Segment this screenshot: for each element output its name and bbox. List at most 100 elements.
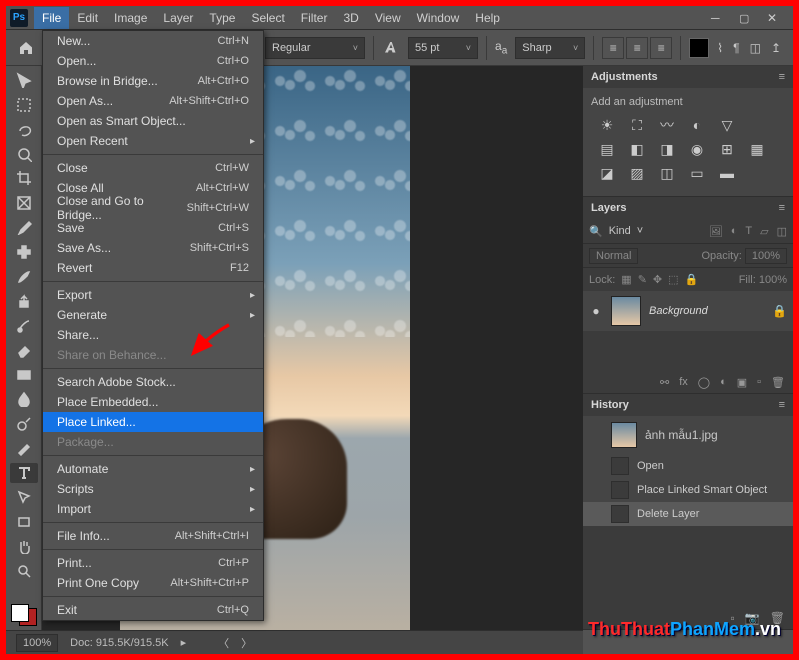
file-menu-item[interactable]: Scripts (43, 479, 263, 499)
file-menu-item[interactable]: Print...Ctrl+P (43, 553, 263, 573)
invert-icon[interactable]: ◪ (597, 164, 617, 182)
opacity-field[interactable]: 100% (745, 248, 787, 264)
color-balance-icon[interactable]: ◧ (627, 140, 647, 158)
3d-text-icon[interactable]: ◫ (750, 41, 761, 55)
file-menu-item[interactable]: Print One CopyAlt+Shift+Ctrl+P (43, 573, 263, 593)
new-layer-icon[interactable]: ▫ (757, 376, 761, 388)
window-close-icon[interactable] (767, 11, 781, 25)
home-button[interactable] (12, 34, 40, 62)
file-menu-item[interactable]: Export (43, 285, 263, 305)
menu-view[interactable]: View (367, 7, 409, 29)
align-right-button[interactable]: ≡ (650, 37, 672, 59)
layer-mask-icon[interactable]: ◯ (698, 376, 710, 389)
menu-filter[interactable]: Filter (293, 7, 336, 29)
menu-layer[interactable]: Layer (155, 7, 201, 29)
file-menu-item[interactable]: Search Adobe Stock... (43, 372, 263, 392)
selective-color-icon[interactable]: ▬ (717, 164, 737, 182)
menu-edit[interactable]: Edit (69, 7, 106, 29)
filter-pixel-icon[interactable]: 🖼 (709, 225, 723, 238)
lock-position-icon[interactable]: ✥ (653, 273, 662, 286)
blend-mode-dropdown[interactable]: Normal (589, 248, 638, 264)
file-menu-item[interactable]: Open Recent (43, 131, 263, 151)
menu-select[interactable]: Select (243, 7, 292, 29)
path-select-tool[interactable] (10, 487, 38, 508)
history-step[interactable]: Delete Layer (583, 502, 793, 526)
file-menu-item[interactable]: ExitCtrl+Q (43, 600, 263, 620)
lock-artboard-icon[interactable]: ⬚ (668, 273, 678, 286)
zoom-tool[interactable] (10, 561, 38, 582)
file-menu-item[interactable]: SaveCtrl+S (43, 218, 263, 238)
menu-image[interactable]: Image (106, 7, 155, 29)
file-menu-item[interactable]: Open...Ctrl+O (43, 51, 263, 71)
character-panel-icon[interactable]: ¶ (733, 41, 739, 55)
link-layers-icon[interactable]: ⚯ (660, 376, 669, 389)
file-menu-item[interactable]: Close and Go to Bridge...Shift+Ctrl+W (43, 198, 263, 218)
clone-tool[interactable] (10, 291, 38, 312)
layer-name[interactable]: Background (649, 305, 708, 317)
group-icon[interactable]: ▣ (737, 376, 747, 389)
adjustment-layer-icon[interactable]: ◐ (720, 376, 727, 388)
file-menu-item[interactable]: Open as Smart Object... (43, 111, 263, 131)
menu-type[interactable]: Type (201, 7, 243, 29)
color-swatches[interactable] (11, 604, 37, 626)
dodge-tool[interactable] (10, 413, 38, 434)
align-left-button[interactable]: ≡ (602, 37, 624, 59)
font-style-dropdown[interactable]: Regular (265, 37, 365, 59)
file-menu-item[interactable]: Share... (43, 325, 263, 345)
zoom-field[interactable]: 100% (16, 634, 58, 652)
blur-tool[interactable] (10, 389, 38, 410)
color-lookup-icon[interactable]: ▦ (747, 140, 767, 158)
fill-field[interactable]: 100% (759, 274, 787, 286)
pen-tool[interactable] (10, 438, 38, 459)
history-snapshot[interactable]: ảnh mẫu1.jpg (583, 416, 793, 454)
menu-help[interactable]: Help (467, 7, 508, 29)
history-step[interactable]: Open (583, 454, 793, 478)
vibrance-icon[interactable]: ▽ (717, 116, 737, 134)
lock-pixels-icon[interactable]: ✎ (638, 273, 647, 286)
quick-select-tool[interactable] (10, 144, 38, 165)
file-menu-item[interactable]: New...Ctrl+N (43, 31, 263, 51)
menu-3d[interactable]: 3D (335, 7, 366, 29)
layer-thumbnail[interactable] (611, 296, 641, 326)
file-menu-item[interactable]: Save As...Shift+Ctrl+S (43, 238, 263, 258)
gradient-map-icon[interactable]: ▭ (687, 164, 707, 182)
lasso-tool[interactable] (10, 119, 38, 140)
lock-all-icon[interactable]: 🔒 (685, 273, 699, 286)
filter-shape-icon[interactable]: ▱ (760, 225, 768, 238)
type-tool[interactable] (10, 463, 38, 484)
file-menu-item[interactable]: Import (43, 499, 263, 519)
exposure-icon[interactable]: ◐ (687, 116, 707, 134)
file-menu-item[interactable]: Automate (43, 459, 263, 479)
layer-row[interactable]: ● Background 🔒 (583, 291, 793, 331)
window-maximize-icon[interactable] (739, 11, 753, 25)
gradient-tool[interactable] (10, 364, 38, 385)
channel-mixer-icon[interactable]: ⊞ (717, 140, 737, 158)
panel-menu-icon[interactable]: ≡ (779, 399, 785, 411)
filter-adj-icon[interactable]: ◐ (731, 225, 738, 238)
file-menu-item[interactable]: Open As...Alt+Shift+Ctrl+O (43, 91, 263, 111)
file-menu-item[interactable]: Place Linked... (43, 412, 263, 432)
layer-fx-icon[interactable]: fx (679, 376, 688, 388)
history-brush-tool[interactable] (10, 315, 38, 336)
warp-text-icon[interactable]: ⌇ (717, 41, 723, 55)
brightness-contrast-icon[interactable]: ☀ (597, 116, 617, 134)
bw-icon[interactable]: ◨ (657, 140, 677, 158)
menu-file[interactable]: File (34, 7, 69, 29)
move-tool[interactable] (10, 70, 38, 91)
font-size-dropdown[interactable]: 55 pt (408, 37, 478, 59)
rectangle-tool[interactable] (10, 512, 38, 533)
file-menu-item[interactable]: Browse in Bridge...Alt+Ctrl+O (43, 71, 263, 91)
lock-transparent-icon[interactable]: ▦ (621, 273, 631, 286)
posterize-icon[interactable]: ▨ (627, 164, 647, 182)
frame-tool[interactable] (10, 193, 38, 214)
window-minimize-icon[interactable] (711, 11, 725, 25)
text-color-swatch[interactable] (689, 38, 709, 58)
visibility-toggle-icon[interactable]: ● (589, 304, 603, 318)
file-menu-item[interactable]: Place Embedded... (43, 392, 263, 412)
levels-icon[interactable]: ⛶ (627, 116, 647, 134)
trash-icon[interactable]: 🗑 (771, 376, 785, 389)
search-icon[interactable]: 🔍 (589, 225, 603, 238)
hand-tool[interactable] (10, 536, 38, 557)
file-menu-item[interactable]: Generate (43, 305, 263, 325)
panel-menu-icon[interactable]: ≡ (779, 71, 785, 83)
